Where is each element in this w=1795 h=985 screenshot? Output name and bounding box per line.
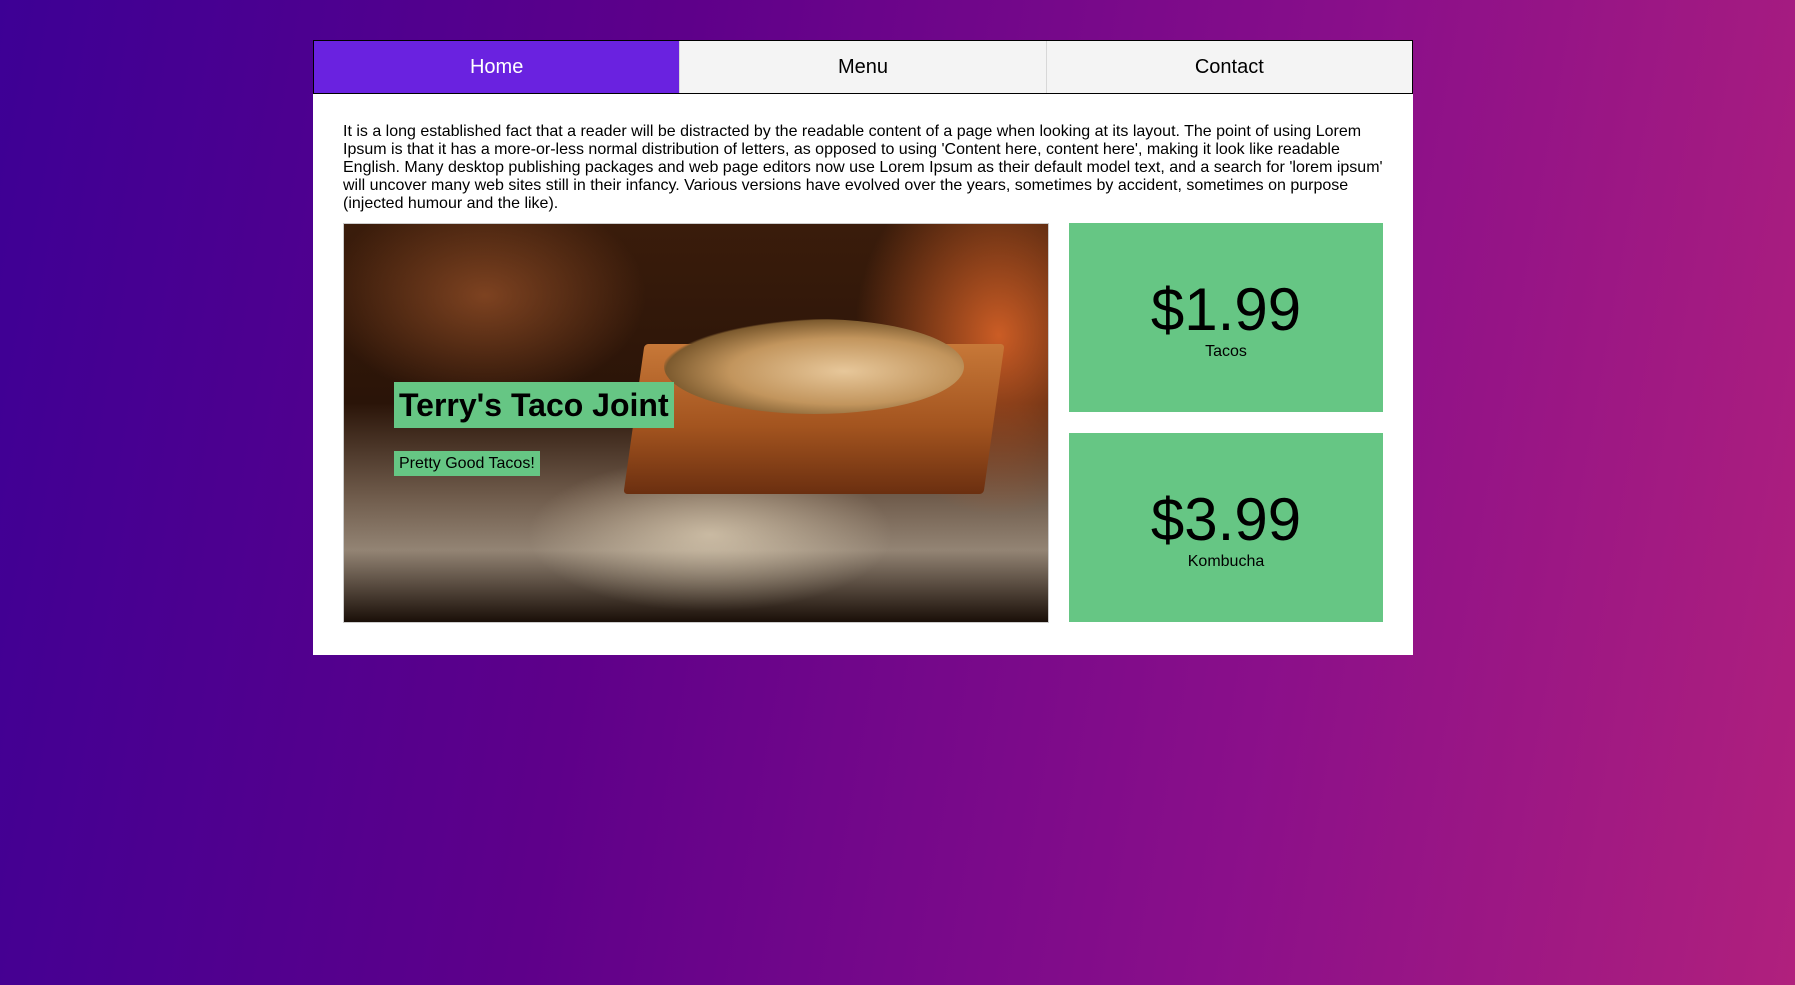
content-card: It is a long established fact that a rea… bbox=[313, 94, 1413, 655]
hero-banner: Terry's Taco Joint Pretty Good Tacos! bbox=[343, 223, 1049, 623]
nav-home[interactable]: Home bbox=[314, 41, 681, 93]
hero-title: Terry's Taco Joint bbox=[394, 382, 674, 428]
page-wrapper: Home Menu Contact It is a long establish… bbox=[313, 40, 1413, 655]
hero-subtitle: Pretty Good Tacos! bbox=[394, 451, 540, 476]
nav-contact[interactable]: Contact bbox=[1047, 41, 1412, 93]
price-card-tacos: $1.99 Tacos bbox=[1069, 223, 1383, 412]
tacos-image bbox=[664, 319, 964, 414]
main-nav: Home Menu Contact bbox=[313, 40, 1413, 94]
content-row: Terry's Taco Joint Pretty Good Tacos! $1… bbox=[343, 223, 1383, 623]
nav-menu[interactable]: Menu bbox=[680, 41, 1047, 93]
price-value: $1.99 bbox=[1150, 276, 1302, 343]
price-value: $3.99 bbox=[1150, 486, 1302, 553]
price-item-label: Tacos bbox=[1205, 343, 1247, 360]
price-list: $1.99 Tacos $3.99 Kombucha bbox=[1069, 223, 1383, 623]
intro-paragraph: It is a long established fact that a rea… bbox=[343, 123, 1383, 212]
price-item-label: Kombucha bbox=[1187, 553, 1265, 570]
price-card-kombucha: $3.99 Kombucha bbox=[1069, 433, 1383, 622]
